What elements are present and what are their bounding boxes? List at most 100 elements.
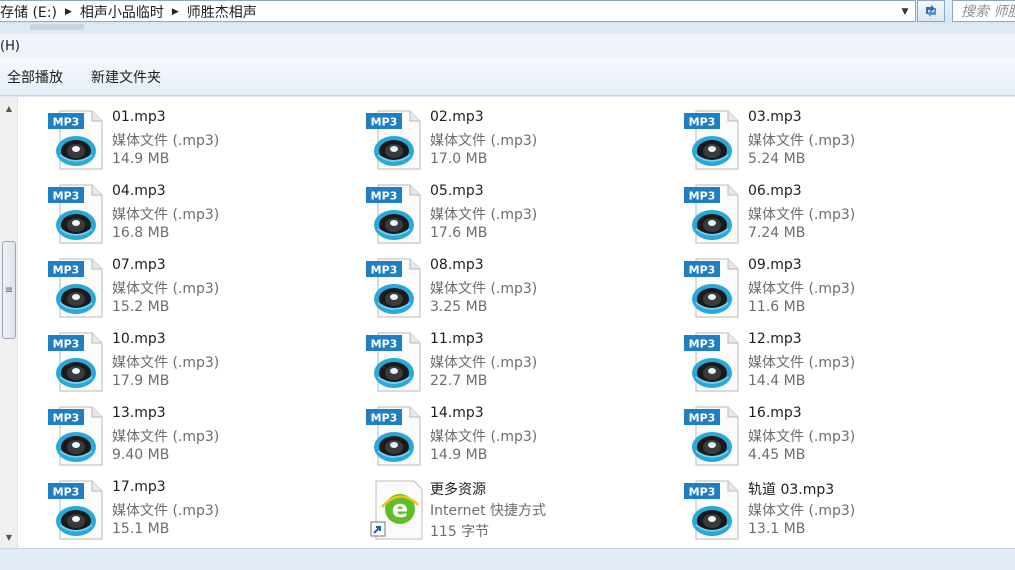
file-size: 11.6 MB — [748, 299, 806, 315]
file-type: 媒体文件 (.mp3) — [430, 133, 538, 149]
file-size: 9.40 MB — [112, 447, 170, 463]
file-item[interactable]: MP3 10.mp3 媒体文件 (.mp3) 17.9 MB — [46, 331, 346, 397]
file-item[interactable]: e 更多资源 Internet 快捷方式 115 字节 — [364, 479, 664, 545]
file-name: 01.mp3 — [112, 109, 166, 125]
search-input[interactable] — [953, 2, 1015, 21]
file-size: 17.9 MB — [112, 373, 170, 389]
breadcrumb-arrow-icon[interactable]: ▶ — [170, 7, 187, 17]
breadcrumb-drive[interactable]: 存储 (E:) — [0, 2, 63, 22]
file-size: 14.9 MB — [112, 151, 170, 167]
svg-text:MP3: MP3 — [371, 264, 398, 277]
file-size: 22.7 MB — [430, 373, 488, 389]
file-item[interactable]: MP3 14.mp3 媒体文件 (.mp3) 14.9 MB — [364, 405, 664, 471]
file-name: 16.mp3 — [748, 405, 802, 421]
mp3-icon: MP3 — [682, 257, 742, 319]
file-type: 媒体文件 (.mp3) — [112, 281, 220, 297]
mp3-icon: MP3 — [46, 331, 106, 393]
file-type: 媒体文件 (.mp3) — [112, 207, 220, 223]
file-size: 7.24 MB — [748, 225, 806, 241]
refresh-icon — [926, 5, 936, 17]
play-all-button[interactable]: 全部播放 — [0, 64, 70, 90]
svg-text:MP3: MP3 — [53, 338, 80, 351]
file-name: 轨道 03.mp3 — [748, 482, 835, 498]
file-name: 08.mp3 — [430, 257, 484, 273]
scroll-down-icon[interactable]: ▼ — [0, 529, 18, 545]
file-type: 媒体文件 (.mp3) — [748, 429, 856, 445]
file-size: 115 字节 — [430, 524, 490, 540]
file-item[interactable]: MP3 01.mp3 媒体文件 (.mp3) 14.9 MB — [46, 109, 346, 175]
file-item[interactable]: MP3 02.mp3 媒体文件 (.mp3) 17.0 MB — [364, 109, 664, 175]
scroll-thumb[interactable]: ≡ — [2, 241, 16, 339]
file-size: 15.1 MB — [112, 521, 170, 537]
breadcrumb-folder-temp[interactable]: 相声小品临时 — [80, 2, 170, 22]
file-item[interactable]: MP3 06.mp3 媒体文件 (.mp3) 7.24 MB — [682, 183, 982, 249]
svg-text:MP3: MP3 — [53, 486, 80, 499]
mp3-icon: MP3 — [682, 405, 742, 467]
svg-text:MP3: MP3 — [371, 190, 398, 203]
command-bar: 全部播放 新建文件夹 — [0, 58, 1015, 96]
file-item[interactable]: MP3 13.mp3 媒体文件 (.mp3) 9.40 MB — [46, 405, 346, 471]
mp3-icon: MP3 — [682, 183, 742, 245]
file-item[interactable]: MP3 07.mp3 媒体文件 (.mp3) 15.2 MB — [46, 257, 346, 323]
file-type: 媒体文件 (.mp3) — [748, 133, 856, 149]
breadcrumb: 存储 (E:) ▶ 相声小品临时 ▶ 师胜杰相声 — [0, 2, 263, 22]
file-type: 媒体文件 (.mp3) — [430, 355, 538, 371]
mp3-icon: MP3 — [364, 183, 424, 245]
file-grid: MP3 01.mp3 媒体文件 (.mp3) 14.9 MB MP3 02.mp3 媒体文件… — [46, 109, 1006, 549]
search-box[interactable] — [952, 0, 1015, 22]
file-type: 媒体文件 (.mp3) — [112, 355, 220, 371]
file-item[interactable]: MP3 05.mp3 媒体文件 (.mp3) 17.6 MB — [364, 183, 664, 249]
svg-text:MP3: MP3 — [371, 116, 398, 129]
file-item[interactable]: MP3 16.mp3 媒体文件 (.mp3) 4.45 MB — [682, 405, 982, 471]
refresh-button[interactable] — [917, 0, 945, 22]
file-name: 04.mp3 — [112, 183, 166, 199]
bottom-strip — [0, 548, 1015, 570]
file-item[interactable]: MP3 09.mp3 媒体文件 (.mp3) 11.6 MB — [682, 257, 982, 323]
file-item[interactable]: MP3 轨道 03.mp3 媒体文件 (.mp3) 13.1 MB — [682, 479, 982, 545]
file-size: 5.24 MB — [748, 151, 806, 167]
file-type: 媒体文件 (.mp3) — [748, 355, 856, 371]
file-name: 13.mp3 — [112, 405, 166, 421]
file-item[interactable]: MP3 17.mp3 媒体文件 (.mp3) 15.1 MB — [46, 479, 346, 545]
file-size: 13.1 MB — [748, 521, 806, 537]
file-item[interactable]: MP3 11.mp3 媒体文件 (.mp3) 22.7 MB — [364, 331, 664, 397]
file-type: 媒体文件 (.mp3) — [430, 281, 538, 297]
svg-text:MP3: MP3 — [53, 116, 80, 129]
svg-text:MP3: MP3 — [371, 338, 398, 351]
file-name: 更多资源 — [430, 482, 486, 498]
file-name: 06.mp3 — [748, 183, 802, 199]
file-name: 10.mp3 — [112, 331, 166, 347]
file-name: 11.mp3 — [430, 331, 484, 347]
new-folder-button[interactable]: 新建文件夹 — [84, 64, 168, 90]
chevron-down-icon[interactable]: ▼ — [896, 3, 914, 21]
file-name: 09.mp3 — [748, 257, 802, 273]
file-item[interactable]: MP3 12.mp3 媒体文件 (.mp3) 14.4 MB — [682, 331, 982, 397]
file-item[interactable]: MP3 03.mp3 媒体文件 (.mp3) 5.24 MB — [682, 109, 982, 175]
address-bar[interactable]: 存储 (E:) ▶ 相声小品临时 ▶ 师胜杰相声 ▼ — [0, 0, 916, 22]
file-size: 3.25 MB — [430, 299, 488, 315]
horizontal-scroll-thumb[interactable] — [30, 24, 84, 30]
file-name: 07.mp3 — [112, 257, 166, 273]
svg-text:e: e — [392, 495, 408, 523]
file-item[interactable]: MP3 08.mp3 媒体文件 (.mp3) 3.25 MB — [364, 257, 664, 323]
svg-text:MP3: MP3 — [371, 412, 398, 425]
file-size: 4.45 MB — [748, 447, 806, 463]
file-type: 媒体文件 (.mp3) — [112, 503, 220, 519]
breadcrumb-folder-current[interactable]: 师胜杰相声 — [187, 2, 263, 22]
mp3-icon: MP3 — [682, 109, 742, 171]
vertical-scrollbar[interactable]: ▲ ≡ ▼ — [0, 97, 18, 548]
mp3-icon: MP3 — [364, 257, 424, 319]
mp3-icon: MP3 — [46, 109, 106, 171]
breadcrumb-arrow-icon[interactable]: ▶ — [63, 7, 80, 17]
svg-text:MP3: MP3 — [53, 190, 80, 203]
scroll-up-icon[interactable]: ▲ — [0, 100, 18, 116]
file-size: 15.2 MB — [112, 299, 170, 315]
file-name: 17.mp3 — [112, 479, 166, 495]
file-item[interactable]: MP3 04.mp3 媒体文件 (.mp3) 16.8 MB — [46, 183, 346, 249]
menu-help[interactable]: (H) — [0, 39, 20, 54]
file-size: 14.4 MB — [748, 373, 806, 389]
svg-text:MP3: MP3 — [689, 264, 716, 277]
file-name: 02.mp3 — [430, 109, 484, 125]
svg-text:MP3: MP3 — [689, 190, 716, 203]
mp3-icon: MP3 — [46, 257, 106, 319]
